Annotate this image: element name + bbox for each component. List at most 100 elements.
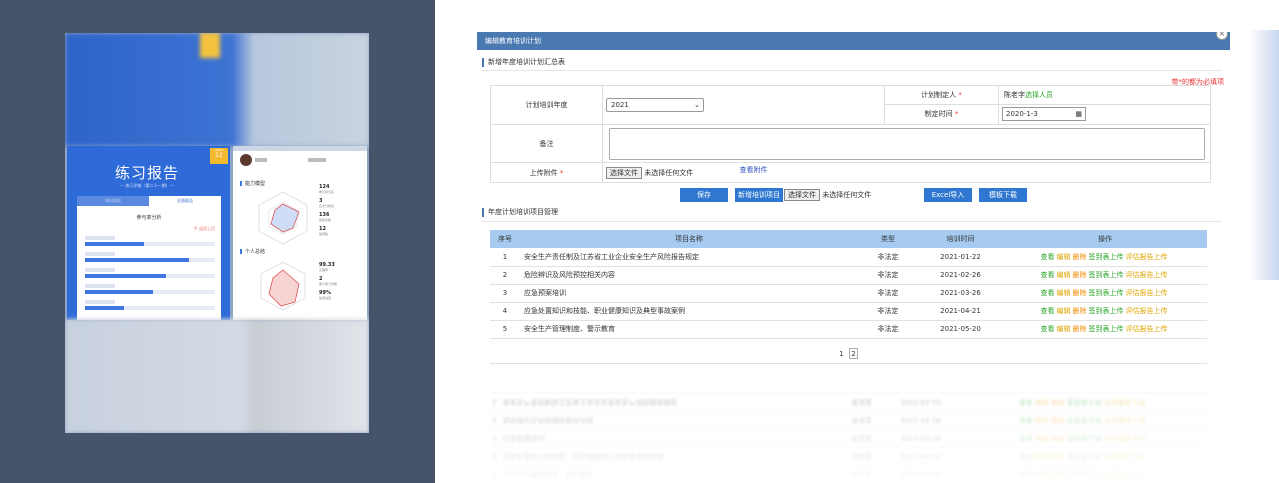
analysis-panel: 参与率分析 平 返回上页 (77, 206, 221, 320)
col-name: 项目名称 (520, 230, 858, 248)
delete-link[interactable]: 删除 (1073, 325, 1087, 333)
report-upload-link[interactable]: 评估报告上传 (1126, 307, 1168, 315)
template-download-button[interactable]: 模板下载 (979, 188, 1027, 202)
progress-bar-row (85, 284, 215, 294)
stat-item: 3 名次分排名 (319, 198, 335, 208)
signin-upload-link[interactable]: 签到表上传 (1089, 271, 1124, 279)
signin-upload-link[interactable]: 签到表上传 (1089, 289, 1124, 297)
view-link[interactable]: 查看 (1041, 271, 1055, 279)
report-tabs: 知识测试 全面报告 (77, 196, 221, 206)
delete-link[interactable]: 删除 (1073, 307, 1087, 315)
row-no: 5 (490, 320, 520, 339)
date-label: 制定时间 * (924, 110, 959, 118)
row-name: 危险辨识及风险预控相关内容 (520, 266, 858, 285)
edit-link[interactable]: 编辑 (1057, 325, 1071, 333)
training-plan-window: 编辑教育培训计划 × 新增年度培训计划汇总表 带*的都为必填项 计划培训年度 2… (477, 32, 1230, 483)
table-row: 2 危险辨识及风险预控相关内容 非法定 2021-02-26 查看 编辑 删除 签到表上传 评估… (490, 266, 1207, 285)
year-select[interactable]: 2021 ⌄ (606, 98, 704, 112)
ability-radar-chart (258, 191, 308, 245)
table-row: 4 应急处置知识和技能、职业健康知识及典型事故案例 非法定 2021-04-21 查看编… (490, 302, 1207, 321)
personal-radar-chart (260, 261, 306, 311)
tab-full-report[interactable]: 全面报告 (149, 196, 221, 206)
progress-bar-fill (85, 258, 189, 262)
signin-upload-link[interactable]: 签到表上传 (1089, 307, 1124, 315)
chevron-down-icon: ⌄ (694, 101, 700, 109)
left-dark-panel: 2020 12 练习报告 — 练习学校（第二十一期）— 知识测试 全面报告 参与… (0, 0, 435, 483)
choose-file-button[interactable]: 选择文件 (606, 166, 642, 179)
maker-value: 陈老字选择人员 (999, 86, 1210, 105)
row-name: 应急预案培训 (520, 284, 858, 303)
table-row: 5 安全生产管理制度、警示教育 非法定 2021-05-20 查看 编辑 删除 签到表上传 评估… (490, 320, 1207, 339)
row-actions: 查看编辑删除签到表上传评估报告上传 (1003, 266, 1207, 285)
row-name: 安全生产责任制及江苏省工业企业安全生产风险报告规定 (520, 248, 858, 267)
delete-link[interactable]: 删除 (1073, 289, 1087, 297)
col-date: 培训时间 (918, 230, 1003, 248)
select-person-link[interactable]: 选择人员 (1025, 91, 1053, 99)
row-date: 2021-05-20 (918, 320, 1003, 339)
row-type: 非法定 (858, 320, 918, 339)
edit-link[interactable]: 编辑 (1057, 271, 1071, 279)
col-type: 类型 (858, 230, 918, 248)
page-1[interactable]: 1 (837, 349, 846, 360)
add-project-button[interactable]: 新增培训项目 (735, 188, 783, 202)
report-upload-link[interactable]: 评估报告上传 (1126, 253, 1168, 261)
view-link[interactable]: 查看 (1041, 307, 1055, 315)
stat-item: 2 累计练习次数 (319, 276, 338, 286)
row-type: 非法定 (858, 248, 918, 267)
view-link[interactable]: 查看 (1041, 325, 1055, 333)
signin-upload-link[interactable]: 签到表上传 (1089, 325, 1124, 333)
section-title-projects: 年度计划培训项目管理 (482, 208, 558, 217)
attach-label: 上传附件 * (490, 162, 603, 183)
edit-link[interactable]: 编辑 (1057, 289, 1071, 297)
card-header-bar (233, 146, 367, 151)
delete-link[interactable]: 删除 (1073, 271, 1087, 279)
tab-knowledge-test[interactable]: 知识测试 (77, 196, 149, 206)
analysis-heading: 参与率分析 (136, 215, 162, 221)
reflection-fade (477, 382, 1230, 483)
view-link[interactable]: 查看 (1041, 289, 1055, 297)
report-upload-link[interactable]: 评估报告上传 (1126, 289, 1168, 297)
report-subtitle: — 练习学校（第二十一期）— (120, 183, 174, 188)
no-file-text: 未选择任何文件 (644, 168, 694, 177)
view-attachment-link[interactable]: 查看附件 (739, 166, 767, 174)
table-row: 3 应急预案培训 非法定 2021-03-26 查看 编辑 删除 签到表上传 评估报告上传 (490, 284, 1207, 303)
page-2[interactable]: 2 (849, 348, 858, 359)
row-actions: 查看编辑删除签到表上传评估报告上传 (1003, 284, 1207, 303)
progress-bar-row (85, 252, 215, 262)
signin-upload-link[interactable]: 签到表上传 (1089, 253, 1124, 261)
edge-glow (1249, 30, 1279, 280)
progress-bar-row (85, 300, 215, 310)
remark-cell (602, 124, 1211, 163)
section-title-summary: 新增年度培训计划汇总表 (482, 58, 565, 67)
delete-link[interactable]: 删除 (1073, 253, 1087, 261)
date-input[interactable]: 2020-1-3 ▦ (1002, 107, 1086, 121)
report-title: 练习报告 (114, 164, 179, 182)
view-link[interactable]: 查看 (1041, 253, 1055, 261)
progress-bar-fill (85, 306, 124, 310)
grid-upload: 选择文件 未选择任何文件 (784, 188, 871, 202)
avatar (240, 154, 252, 166)
practice-report-card: 2020 12 练习报告 — 练习学校（第二十一期）— 知识测试 全面报告 参与… (67, 146, 230, 320)
row-date: 2021-01-22 (918, 248, 1003, 267)
edit-link[interactable]: 编辑 (1057, 253, 1071, 261)
report-upload-link[interactable]: 评估报告上传 (1126, 325, 1168, 333)
stat-item: 99% 答题进度 (319, 290, 332, 300)
choose-file-button[interactable]: 选择文件 (784, 189, 820, 201)
blurred-bottom-area (65, 319, 369, 433)
year-label: 计划培训年度 (490, 85, 603, 125)
row-date: 2021-02-26 (918, 266, 1003, 285)
progress-bar-fill (85, 242, 144, 246)
calendar-icon[interactable]: ▦ (1075, 108, 1082, 120)
save-button[interactable]: 保存 (680, 188, 728, 202)
row-name: 应急处置知识和技能、职业健康知识及典型事故案例 (520, 302, 858, 321)
row-type: 非法定 (858, 284, 918, 303)
edit-link[interactable]: 编辑 (1057, 307, 1071, 315)
stat-item: 99.33 正确率 (319, 262, 335, 272)
analysis-note[interactable]: 平 返回上页 (194, 226, 215, 232)
remark-textarea[interactable] (608, 127, 1205, 160)
excel-import-button[interactable]: Excel导入 (924, 188, 972, 202)
report-upload-link[interactable]: 评估报告上传 (1126, 271, 1168, 279)
pagination: 12 (837, 348, 861, 360)
progress-bar-fill (85, 274, 166, 278)
row-date: 2021-04-21 (918, 302, 1003, 321)
